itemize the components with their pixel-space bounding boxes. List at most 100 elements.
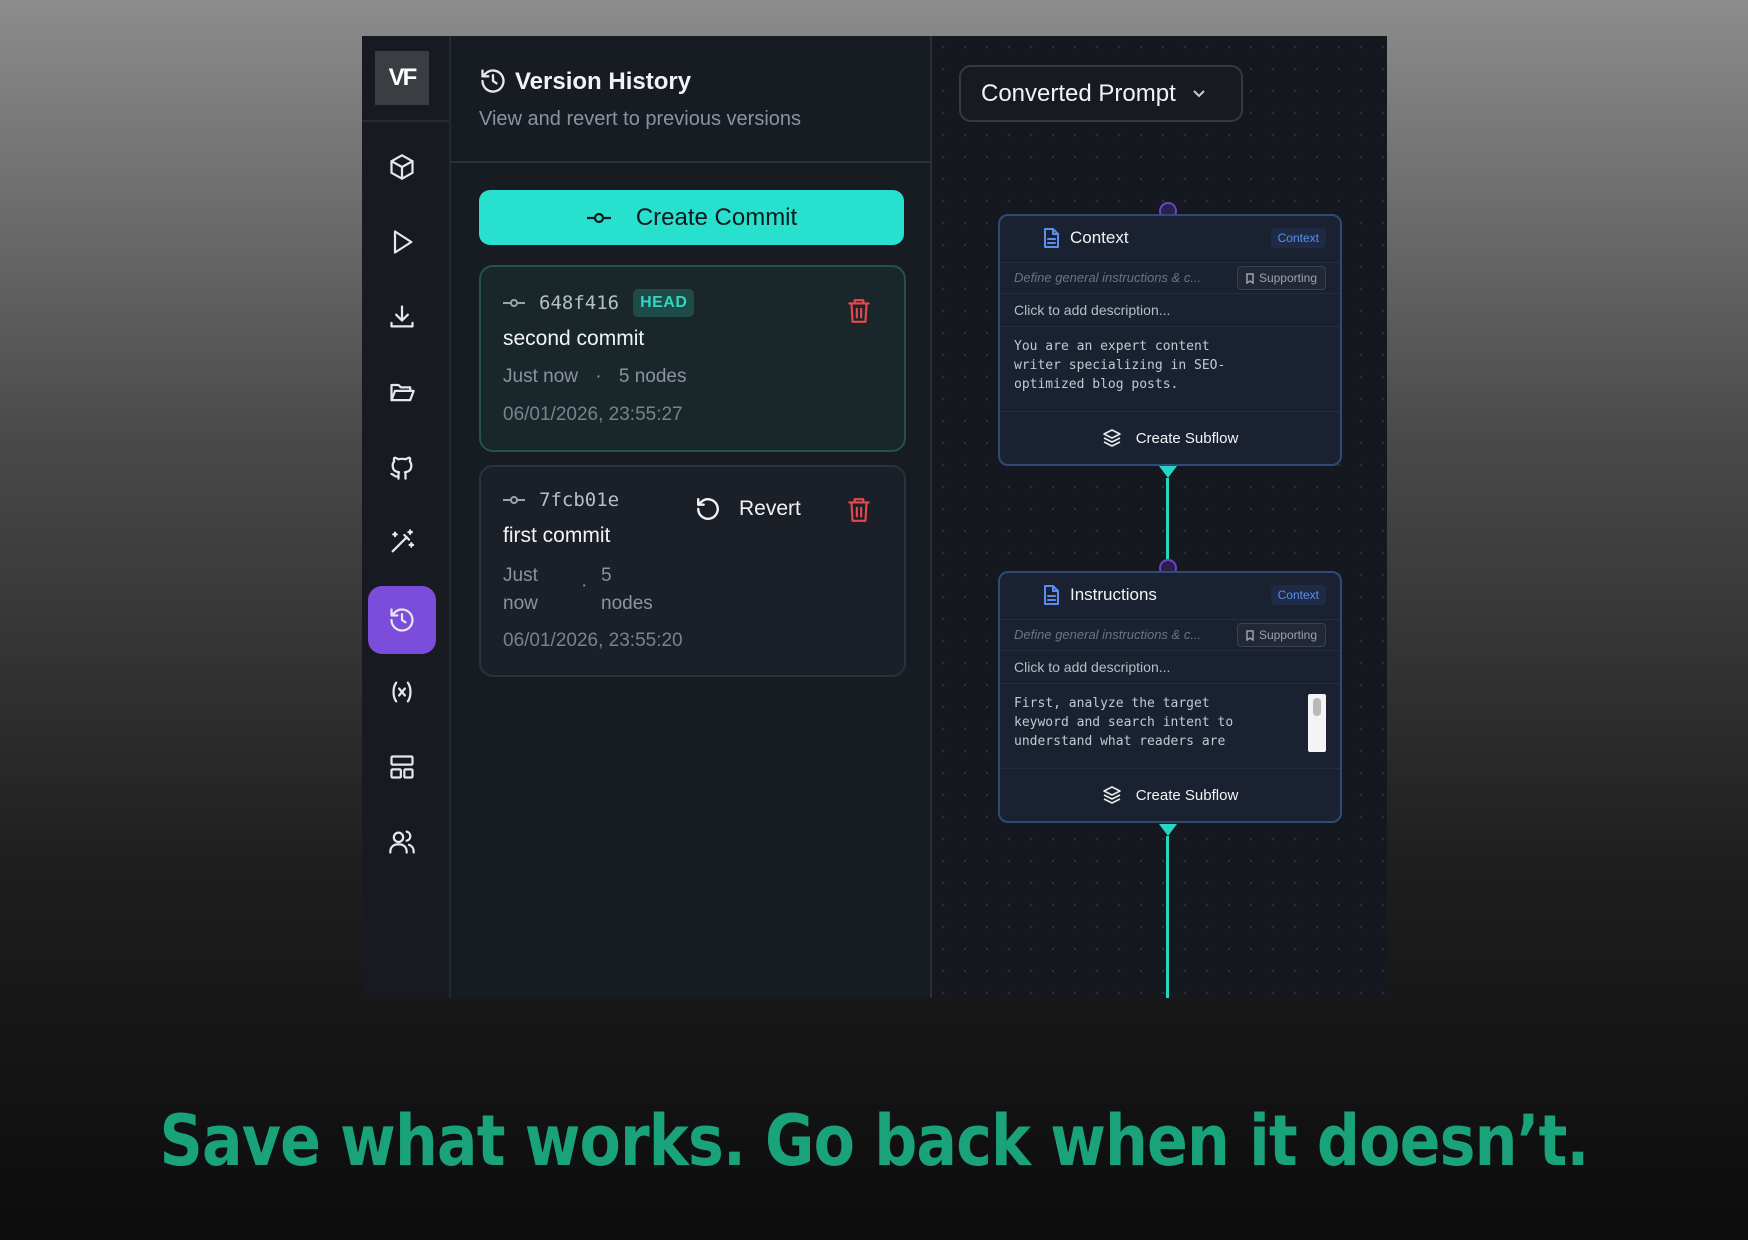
commit-message: first commit (503, 524, 611, 547)
supporting-tag[interactable]: Supporting (1236, 623, 1326, 647)
app-window: VF Version History View and revert to pr… (362, 36, 1387, 998)
rail-item-download[interactable] (368, 283, 436, 351)
supporting-tag-label: Supporting (1258, 271, 1317, 285)
instructions-node[interactable]: Instructions Context Define general inst… (998, 571, 1342, 823)
meta-separator: · (595, 366, 602, 387)
node-hint: Define general instructions & c... (1014, 270, 1202, 285)
rail-item-users[interactable] (368, 808, 436, 876)
folder-open-icon (390, 383, 415, 402)
node-description-text: Click to add description... (1014, 659, 1171, 675)
commit-date: 06/01/2026, 23:55:20 (503, 630, 683, 651)
download-icon (390, 305, 414, 328)
commit-meta: Just now · 5 nodes (503, 366, 687, 388)
scrollbar-thumb[interactable] (1313, 698, 1321, 716)
create-subflow-button[interactable]: Create Subflow (1000, 412, 1340, 464)
layout-icon (390, 755, 414, 779)
delete-commit-button[interactable] (846, 496, 872, 524)
commit-card-head[interactable]: 648f416 HEAD second commit Just now · 5 … (479, 265, 906, 452)
flow-edge (1166, 836, 1169, 998)
commit-hash-row: 648f416 HEAD (503, 289, 695, 317)
rail-item-run[interactable] (368, 208, 436, 276)
bookmark-icon (1246, 272, 1254, 284)
node-title: Instructions (1070, 585, 1157, 604)
rail-item-cube[interactable] (368, 133, 436, 201)
node-content-editor[interactable]: First, analyze the target keyword and se… (1000, 684, 1340, 769)
supporting-tag-label: Supporting (1258, 628, 1317, 642)
layers-icon (1102, 786, 1121, 804)
commit-hash: 648f416 (539, 292, 620, 314)
delete-commit-button[interactable] (846, 297, 872, 325)
commit-date: 06/01/2026, 23:55:27 (503, 404, 683, 425)
github-icon (390, 456, 413, 480)
commit-icon (503, 299, 525, 307)
magic-wand-icon (391, 529, 415, 553)
revert-label: Revert (739, 497, 801, 520)
commit-relative-time: Just now (503, 366, 578, 387)
commit-node-count-line2: nodes (601, 593, 653, 614)
node-content-editor[interactable]: You are an expert content writer special… (1000, 327, 1340, 412)
meta-separator: · (581, 575, 588, 596)
document-icon (1042, 228, 1060, 253)
sidebar-rail: VF (362, 36, 451, 998)
revert-icon (697, 498, 719, 520)
node-header: Instructions Context (1000, 573, 1340, 619)
revert-button[interactable]: Revert (695, 496, 801, 522)
commit-icon (503, 496, 525, 504)
rail-item-variables[interactable] (368, 658, 436, 726)
commit-icon (586, 212, 611, 223)
panel-header: Version History View and revert to previ… (451, 36, 930, 163)
node-header: Context Context (1000, 216, 1340, 262)
marketing-tagline: Save what works. Go back when it doesn’t… (159, 1100, 1589, 1182)
rail-item-history[interactable] (368, 586, 436, 654)
node-description[interactable]: Click to add description... (1000, 651, 1340, 684)
node-output-handle[interactable] (1159, 466, 1177, 478)
create-commit-label: Create Commit (635, 203, 798, 231)
dropdown-label: Converted Prompt (981, 79, 1176, 107)
commit-relative-time: Just now (503, 562, 538, 618)
prompt-selector-dropdown[interactable]: Converted Prompt (959, 65, 1243, 122)
cube-icon (390, 154, 414, 180)
head-badge: HEAD (633, 289, 695, 317)
node-hint: Define general instructions & c... (1014, 627, 1202, 642)
commit-message: second commit (503, 327, 645, 350)
commit-node-count-line1: 5 (601, 565, 612, 586)
history-icon (479, 67, 507, 95)
commit-node-count: 5 nodes (618, 366, 687, 387)
commit-relative-time-line1: Just (503, 565, 538, 586)
version-history-panel: Version History View and revert to previ… (451, 36, 932, 998)
node-hint-row: Define general instructions & c... Suppo… (1000, 619, 1340, 651)
panel-subtitle: View and revert to previous versions (479, 108, 802, 130)
node-type-badge: Context (1270, 585, 1326, 605)
create-commit-button[interactable]: Create Commit (479, 190, 904, 245)
app-logo: VF (375, 51, 429, 105)
document-icon (1042, 585, 1060, 610)
node-content-text: First, analyze the target keyword and se… (1014, 696, 1234, 749)
node-description[interactable]: Click to add description... (1000, 294, 1340, 327)
create-subflow-button[interactable]: Create Subflow (1000, 769, 1340, 821)
layers-icon (1102, 429, 1121, 447)
node-type-badge: Context (1270, 228, 1326, 248)
create-subflow-label: Create Subflow (1135, 786, 1239, 804)
node-output-handle[interactable] (1159, 824, 1177, 836)
chevron-down-icon (1193, 89, 1205, 97)
commit-hash-row: 7fcb01e (503, 489, 619, 511)
create-subflow-label: Create Subflow (1135, 429, 1239, 447)
content-scrollbar[interactable] (1308, 694, 1326, 752)
rail-item-magic[interactable] (368, 508, 436, 576)
play-icon (393, 230, 413, 254)
bookmark-icon (1246, 629, 1254, 641)
node-content-text: You are an expert content writer special… (1014, 339, 1226, 392)
commit-relative-time-line2: now (503, 593, 538, 614)
rail-item-layout[interactable] (368, 733, 436, 801)
context-node[interactable]: Context Context Define general instructi… (998, 214, 1342, 466)
commit-card[interactable]: 7fcb01e first commit Just now · 5 nodes … (479, 465, 906, 677)
history-icon (390, 608, 414, 632)
panel-title: Version History (515, 68, 692, 95)
flow-canvas[interactable]: Converted Prompt Context Context Define … (932, 36, 1387, 998)
rail-item-github[interactable] (368, 433, 436, 501)
rail-item-open[interactable] (368, 358, 436, 426)
supporting-tag[interactable]: Supporting (1236, 266, 1326, 290)
commit-node-count: 5 nodes (601, 562, 653, 618)
node-description-text: Click to add description... (1014, 302, 1171, 318)
trash-icon (848, 299, 870, 323)
